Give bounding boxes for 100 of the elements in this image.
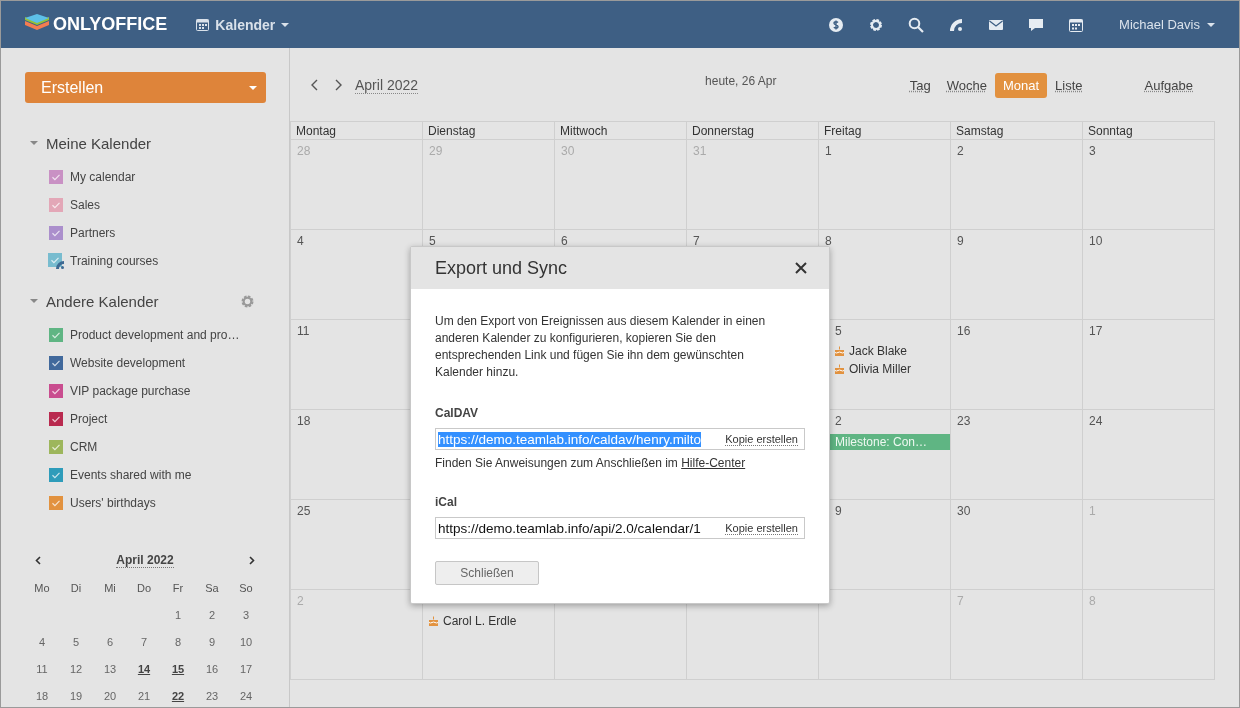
date-link[interactable]: 4 bbox=[25, 628, 59, 655]
date-link[interactable]: 11 bbox=[25, 655, 59, 682]
day-number[interactable]: 30 bbox=[957, 504, 1076, 520]
chat-icon[interactable] bbox=[1028, 16, 1045, 33]
calendar-checkbox[interactable] bbox=[48, 226, 64, 240]
date-link[interactable]: 13 bbox=[93, 655, 127, 682]
feed-icon[interactable] bbox=[948, 16, 965, 33]
task-link[interactable]: Aufgabe bbox=[1136, 72, 1201, 98]
day-number[interactable]: 9 bbox=[957, 234, 1076, 250]
day-cell[interactable]: 3 bbox=[1083, 140, 1215, 230]
day-number[interactable]: 10 bbox=[1089, 234, 1208, 250]
calendar-checkbox[interactable] bbox=[48, 440, 64, 454]
calendar-name[interactable]: CRM bbox=[70, 440, 98, 454]
date-link[interactable]: 20 bbox=[93, 682, 127, 707]
day-number[interactable]: 9 bbox=[835, 504, 944, 520]
day-number[interactable]: 2 bbox=[957, 144, 1076, 160]
caret-icon[interactable] bbox=[30, 139, 38, 147]
month-title[interactable]: April 2022 bbox=[355, 76, 419, 94]
logo-text[interactable]: ONLYOFFICE bbox=[53, 14, 168, 35]
calendar-name[interactable]: Website development bbox=[70, 356, 186, 370]
date-link[interactable]: 15 bbox=[161, 655, 195, 682]
date-link[interactable]: 2 bbox=[195, 601, 229, 628]
day-number[interactable]: 17 bbox=[1089, 324, 1208, 340]
copy-link[interactable]: Kopie erstellen bbox=[725, 432, 798, 446]
day-number[interactable]: 5 bbox=[835, 324, 944, 340]
calendar-name[interactable]: Project bbox=[70, 412, 108, 426]
day-number[interactable]: 16 bbox=[957, 324, 1076, 340]
date-link[interactable]: 7 bbox=[127, 628, 161, 655]
date-link[interactable]: 24 bbox=[229, 682, 263, 707]
event-title[interactable]: Carol L. Erdle bbox=[443, 614, 517, 628]
chevron-right-icon[interactable] bbox=[335, 79, 343, 91]
calendar-name[interactable]: VIP package purchase bbox=[70, 384, 191, 398]
today-link[interactable]: heute, 26 Apr bbox=[705, 74, 777, 88]
day-cell[interactable]: 24 bbox=[1083, 410, 1215, 500]
calendar-name[interactable]: My calendar bbox=[70, 170, 136, 184]
chevron-right-icon[interactable] bbox=[249, 555, 255, 565]
date-link[interactable]: 21 bbox=[127, 682, 161, 707]
close-button[interactable]: Schließen bbox=[435, 561, 539, 585]
day-cell[interactable]: 10 bbox=[1083, 230, 1215, 320]
day-cell[interactable]: 17 bbox=[1083, 320, 1215, 410]
help-link[interactable]: Hilfe-Center bbox=[681, 456, 746, 470]
calendar-checkbox[interactable] bbox=[48, 356, 64, 370]
month-title[interactable]: April 2022 bbox=[116, 552, 174, 568]
calendar-checkbox[interactable] bbox=[48, 170, 64, 184]
caret-icon[interactable] bbox=[30, 297, 38, 305]
day-number[interactable]: 4 bbox=[297, 234, 416, 250]
section-title[interactable]: Meine Kalender bbox=[46, 134, 152, 152]
date-link[interactable]: 10 bbox=[229, 628, 263, 655]
date-link[interactable]: 1 bbox=[161, 601, 195, 628]
dollar-icon[interactable] bbox=[828, 16, 845, 33]
calendar-checkbox[interactable] bbox=[48, 253, 64, 269]
chevron-left-icon[interactable] bbox=[35, 555, 41, 565]
chevron-left-icon[interactable] bbox=[310, 79, 318, 91]
day-number[interactable]: 8 bbox=[825, 234, 944, 250]
calendar-name[interactable]: Sales bbox=[70, 198, 101, 212]
date-link[interactable]: 8 bbox=[161, 628, 195, 655]
calendar-name[interactable]: Partners bbox=[70, 226, 116, 240]
date-link[interactable]: 5 bbox=[59, 628, 93, 655]
settings-icon[interactable] bbox=[868, 16, 885, 33]
day-number[interactable]: 23 bbox=[957, 414, 1076, 430]
date-link[interactable]: 18 bbox=[25, 682, 59, 707]
date-link[interactable]: 3 bbox=[229, 601, 263, 628]
calendar-checkbox[interactable] bbox=[48, 328, 64, 342]
day-number[interactable]: 2 bbox=[835, 414, 944, 430]
calendar-name[interactable]: Events shared with me bbox=[70, 468, 192, 482]
date-link[interactable]: 19 bbox=[59, 682, 93, 707]
calendar-checkbox[interactable] bbox=[48, 198, 64, 212]
calendar-checkbox[interactable] bbox=[48, 384, 64, 398]
calendar-icon[interactable] bbox=[1068, 16, 1085, 33]
day-number[interactable]: 5 bbox=[429, 234, 548, 250]
calendar-name[interactable]: Training courses bbox=[70, 254, 159, 268]
day-number[interactable]: 24 bbox=[1089, 414, 1208, 430]
day-cell[interactable]: 2 bbox=[951, 140, 1083, 230]
event-title[interactable]: Olivia Miller bbox=[849, 362, 911, 376]
url-field[interactable]: https://demo.teamlab.info/caldav/henry.milto Kopie erstellen bbox=[435, 428, 805, 450]
calendar-checkbox[interactable] bbox=[48, 496, 64, 510]
calendar-name[interactable]: Product development and pro… bbox=[70, 328, 240, 342]
day-cell[interactable]: 1 bbox=[819, 140, 951, 230]
date-link[interactable]: 14 bbox=[127, 655, 161, 682]
day-number[interactable]: 1 bbox=[825, 144, 944, 160]
day-number[interactable]: 6 bbox=[561, 234, 680, 250]
day-cell[interactable]: 9 bbox=[951, 230, 1083, 320]
day-cell[interactable]: 23 bbox=[951, 410, 1083, 500]
calendar-checkbox[interactable] bbox=[48, 412, 64, 426]
day-number[interactable]: 7 bbox=[693, 234, 812, 250]
day-number[interactable]: 3 bbox=[1089, 144, 1208, 160]
user-menu[interactable]: Michael Davis bbox=[1119, 17, 1215, 32]
date-link[interactable]: 6 bbox=[93, 628, 127, 655]
date-link[interactable]: 22 bbox=[161, 682, 195, 707]
date-link[interactable]: 9 bbox=[195, 628, 229, 655]
copy-link[interactable]: Kopie erstellen bbox=[725, 521, 798, 535]
calendar-name[interactable]: Users' birthdays bbox=[70, 496, 156, 510]
view-tab[interactable]: Woche bbox=[938, 72, 995, 98]
date-link[interactable]: 17 bbox=[229, 655, 263, 682]
event-title[interactable]: Jack Blake bbox=[849, 344, 908, 358]
url-field[interactable]: https://demo.teamlab.info/api/2.0/calendar/1 Kopie erstellen bbox=[435, 517, 805, 539]
day-cell[interactable]: 16 bbox=[951, 320, 1083, 410]
date-link[interactable]: 12 bbox=[59, 655, 93, 682]
view-tab[interactable]: Tag bbox=[901, 72, 939, 98]
module-menu[interactable]: Kalender bbox=[196, 16, 290, 33]
